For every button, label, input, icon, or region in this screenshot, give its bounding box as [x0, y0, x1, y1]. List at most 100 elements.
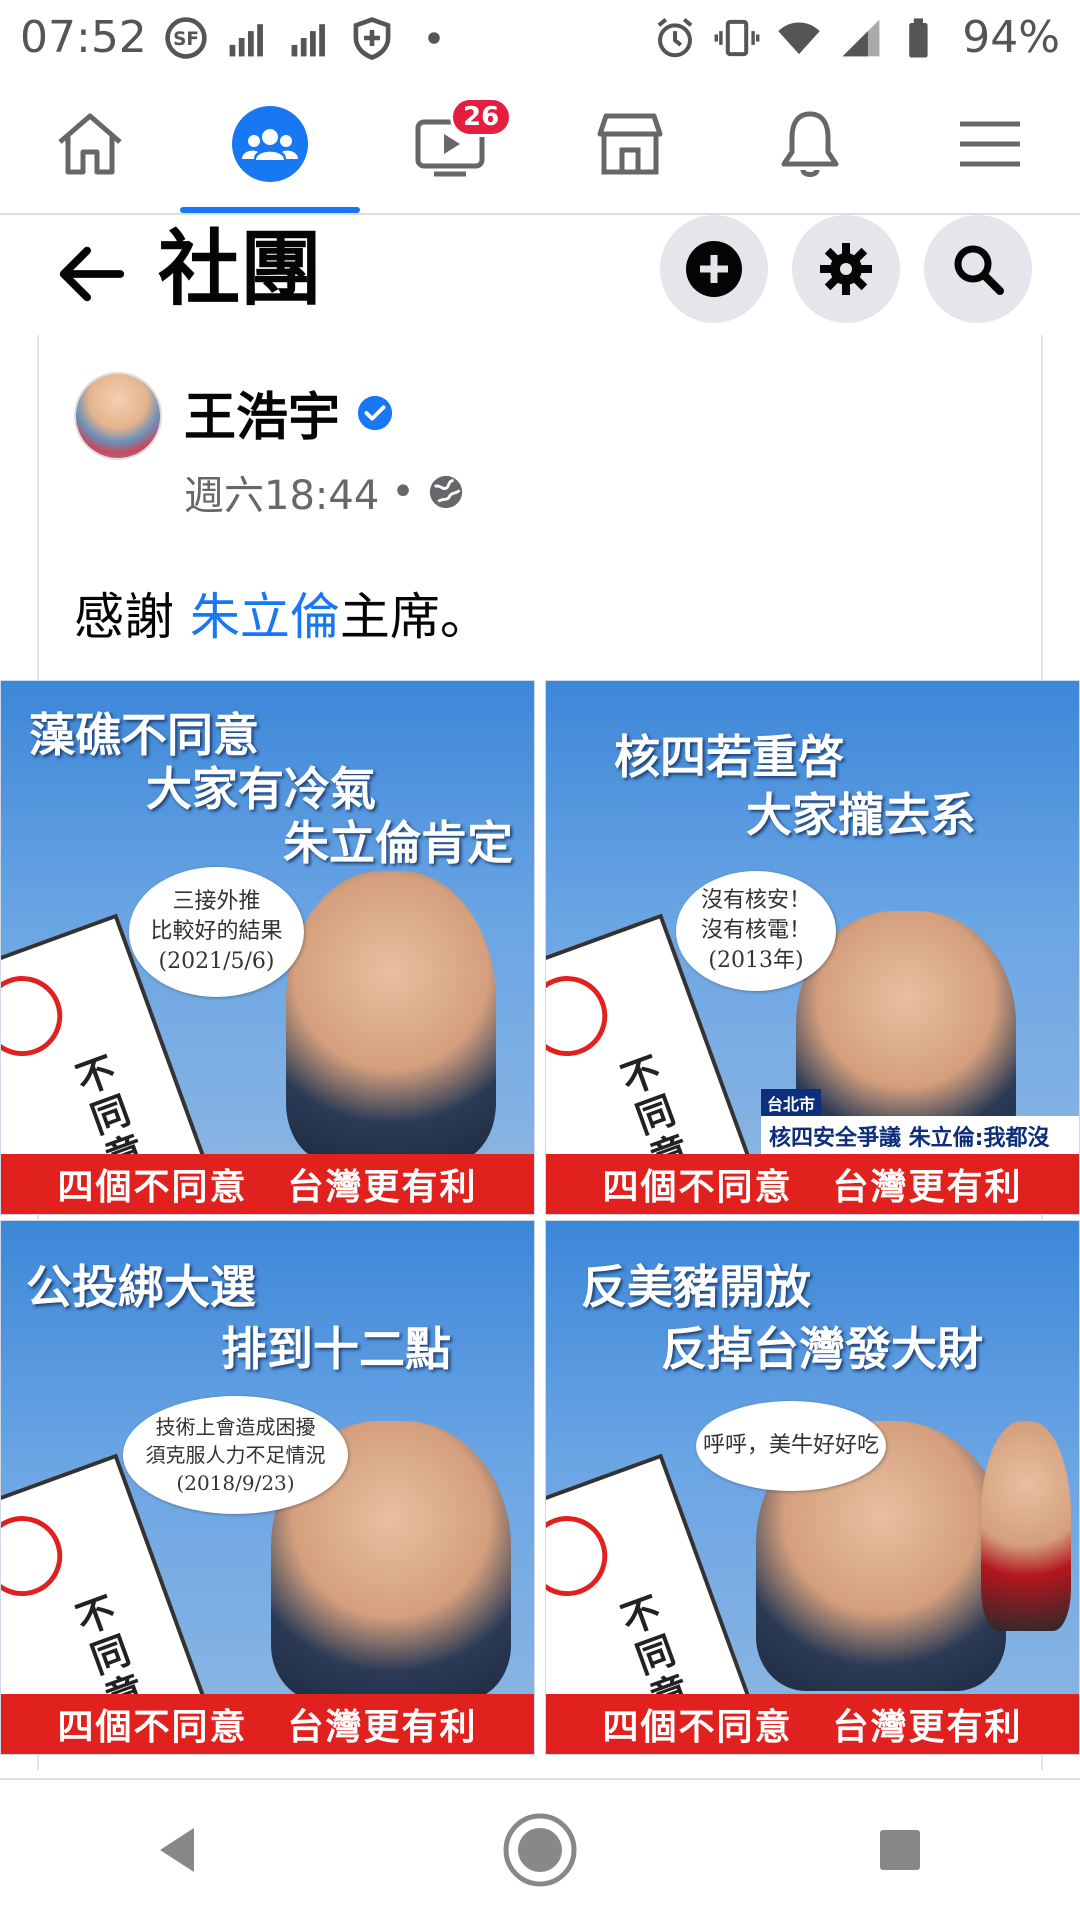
- image-headline: 反美豬開放: [581, 1260, 811, 1314]
- avatar[interactable]: [74, 372, 162, 460]
- footer-right: 台灣更有利: [832, 1706, 1023, 1748]
- bubble-line: (2018/9/23): [176, 1471, 295, 1495]
- alarm-icon: [652, 15, 698, 61]
- create-group-button[interactable]: [660, 215, 768, 323]
- image-footer-banner: 四個不同意 台灣更有利: [546, 1694, 1079, 1754]
- post-image-grid: 藻礁不同意 大家有冷氣 朱立倫肯定 三接外推 比較好的結果 (2021/5/6)…: [0, 680, 1080, 1755]
- verified-badge-icon: [357, 395, 393, 430]
- person-photo: [981, 1421, 1071, 1631]
- footer-left: 四個不同意: [57, 1706, 248, 1748]
- battery-level: 94%: [962, 12, 1060, 63]
- post-text: 感謝 朱立倫主席。: [74, 577, 490, 649]
- post-image-2[interactable]: 核四若重啓 大家攏去系 沒有核安！ 沒有核電！ (2013年) 台北市 核四安全…: [545, 680, 1080, 1215]
- post-text-after: 主席。: [339, 588, 490, 646]
- svg-text:SF: SF: [173, 28, 199, 49]
- add-icon: [686, 241, 742, 297]
- recents-button[interactable]: [855, 1805, 945, 1895]
- image-headline: 朱立倫肯定: [283, 816, 513, 870]
- bubble-line: (2013年): [708, 948, 804, 973]
- wifi-icon: [776, 15, 822, 61]
- speech-bubble: 沒有核安！ 沒有核電！ (2013年): [676, 871, 836, 991]
- status-right: 94%: [652, 12, 1060, 63]
- status-left: 07:52 SF: [20, 12, 457, 63]
- post-image-3[interactable]: 公投綁大選 排到十二點 技術上會造成困擾 須克服人力不足情況 (2018/9/2…: [0, 1220, 535, 1755]
- globe-icon: [429, 475, 463, 509]
- bubble-line: 比較好的結果: [150, 919, 283, 944]
- author-row: 王浩宇: [184, 375, 394, 450]
- groups-icon: [232, 106, 308, 182]
- ballot-stamp-icon: [546, 1504, 619, 1608]
- store-icon: [597, 113, 663, 175]
- speech-bubble: 技術上會造成困擾 須克服人力不足情況 (2018/9/23): [123, 1396, 348, 1514]
- bubble-line: 沒有核安！: [700, 888, 811, 913]
- status-bar: 07:52 SF 94%: [0, 0, 1080, 75]
- home-icon: [58, 113, 122, 175]
- shield-icon: [349, 15, 395, 61]
- back-button[interactable]: [135, 1805, 225, 1895]
- back-arrow-icon[interactable]: [52, 235, 130, 313]
- bubble-line: 須克服人力不足情況: [145, 1443, 326, 1467]
- vibrate-icon: [714, 15, 760, 61]
- image-footer-banner: 四個不同意 台灣更有利: [546, 1154, 1079, 1214]
- search-button[interactable]: [924, 215, 1032, 323]
- speech-bubble: 呼呼，美牛好好吃: [696, 1401, 886, 1491]
- battery-icon: [900, 15, 946, 61]
- bubble-line: 技術上會造成困擾: [155, 1415, 316, 1439]
- bubble-line: 沒有核電！: [700, 918, 811, 943]
- signal-icon: [287, 15, 333, 61]
- image-headline: 公投綁大選: [26, 1260, 256, 1314]
- author-name[interactable]: 王浩宇: [184, 375, 340, 450]
- ballot-stamp-icon: [1, 1504, 74, 1608]
- back-icon: [160, 1828, 194, 1872]
- bubble-line: 呼呼，美牛好好吃: [702, 1433, 879, 1458]
- image-footer-banner: 四個不同意 台灣更有利: [1, 1694, 534, 1754]
- footer-left: 四個不同意: [602, 1166, 793, 1208]
- tab-menu[interactable]: [900, 75, 1080, 213]
- top-nav-bar: 26: [0, 75, 1080, 215]
- status-time: 07:52: [20, 12, 147, 63]
- tab-marketplace[interactable]: [540, 75, 720, 213]
- footer-right: 台灣更有利: [832, 1166, 1023, 1208]
- image-headline: 反掉台灣發大財: [661, 1322, 983, 1376]
- search-icon: [954, 245, 1004, 295]
- home-button[interactable]: [495, 1805, 585, 1895]
- mention-link[interactable]: 朱立倫: [190, 588, 340, 646]
- tab-watch[interactable]: [360, 75, 540, 213]
- speech-bubble: 三接外推 比較好的結果 (2021/5/6): [129, 867, 304, 997]
- page-header: 社團: [0, 215, 1080, 325]
- footer-right: 台灣更有利: [287, 1706, 478, 1748]
- post-meta: 週六18:44 •: [184, 463, 465, 521]
- ballot-stamp-icon: [546, 964, 619, 1068]
- news-caption-location: 台北市: [761, 1089, 822, 1117]
- person-photo: [286, 871, 496, 1161]
- tab-groups[interactable]: [180, 75, 360, 213]
- post-time[interactable]: 週六18:44: [184, 463, 379, 521]
- settings-button[interactable]: [792, 215, 900, 323]
- tab-notifications[interactable]: [720, 75, 900, 213]
- hamburger-icon: [960, 121, 1020, 167]
- ballot-stamp-icon: [1, 964, 74, 1068]
- post-image-1[interactable]: 藻礁不同意 大家有冷氣 朱立倫肯定 三接外推 比較好的結果 (2021/5/6)…: [0, 680, 535, 1215]
- android-nav-bar: [0, 1780, 1080, 1920]
- bubble-line: (2021/5/6): [158, 949, 275, 974]
- footer-left: 四個不同意: [57, 1166, 248, 1208]
- footer-left: 四個不同意: [602, 1706, 793, 1748]
- image-headline: 排到十二點: [221, 1322, 451, 1376]
- bubble-line: 三接外推: [172, 889, 261, 914]
- gear-icon: [820, 243, 872, 295]
- bell-icon: [781, 111, 839, 177]
- image-headline: 大家攏去系: [746, 788, 976, 842]
- post-image-4[interactable]: 反美豬開放 反掉台灣發大財 呼呼，美牛好好吃 不同意 四個不同意 台灣更有利: [545, 1220, 1080, 1755]
- dot-icon: [411, 15, 457, 61]
- sf-express-icon: SF: [163, 15, 209, 61]
- cell-signal-icon: [838, 15, 884, 61]
- recents-icon: [880, 1830, 920, 1870]
- watch-notification-badge: 26: [450, 97, 513, 137]
- signal-icon: [225, 15, 271, 61]
- post-text-before: 感謝: [74, 588, 190, 646]
- footer-right: 台灣更有利: [287, 1166, 478, 1208]
- tab-home[interactable]: [0, 75, 180, 213]
- image-footer-banner: 四個不同意 台灣更有利: [1, 1154, 534, 1214]
- page-title: 社團: [158, 222, 323, 317]
- image-headline: 核四若重啓: [614, 730, 844, 784]
